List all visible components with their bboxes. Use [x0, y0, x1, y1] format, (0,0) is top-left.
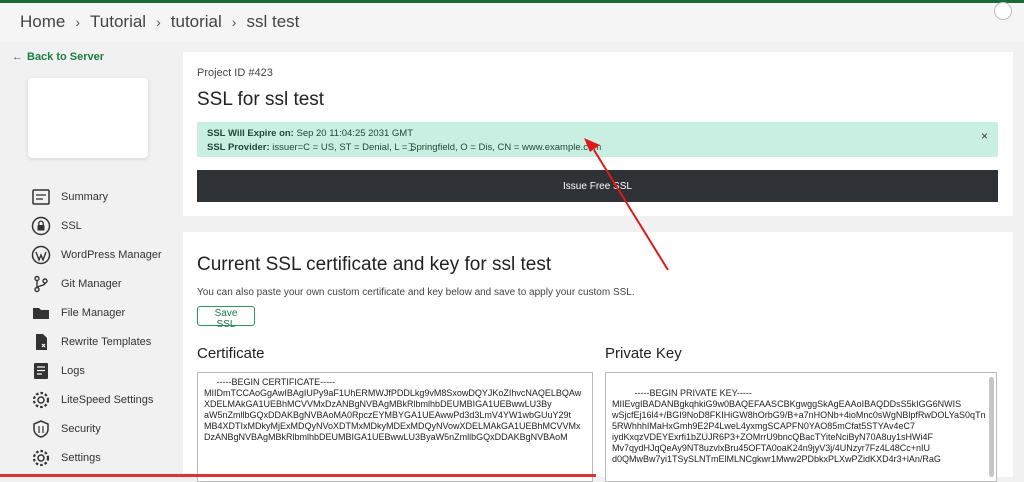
private-key-label: Private Key: [605, 345, 682, 362]
file-icon: [30, 331, 52, 353]
chevron-right-icon: ›: [231, 14, 237, 30]
ssl-status-card: Project ID #423 SSL for ssl test SSL Wil…: [183, 52, 1013, 216]
sidebar-item-label: Summary: [61, 190, 109, 203]
lock-icon: [30, 215, 52, 237]
sidebar-item-ssl[interactable]: SSL: [30, 211, 162, 240]
sidebar-item-label: WordPress Manager: [61, 248, 162, 261]
private-key-textarea[interactable]: -----BEGIN PRIVATE KEY----- MIIEvgIBADAN…: [605, 372, 997, 482]
ssl-expire-label: SSL Will Expire on:: [207, 128, 294, 139]
sidebar-item-summary[interactable]: Summary: [30, 182, 162, 211]
breadcrumb-tutorial[interactable]: Tutorial: [90, 12, 146, 32]
sidebar-item-label: File Manager: [61, 306, 126, 319]
back-to-server-label: Back to Server: [27, 51, 105, 63]
sidebar-item-git-manager[interactable]: Git Manager: [30, 269, 162, 298]
folder-icon: [30, 302, 52, 324]
back-to-server-link[interactable]: ← Back to Server: [12, 51, 104, 63]
ssl-provider-label: SSL Provider:: [207, 142, 270, 153]
user-menu-icon[interactable]: [994, 2, 1012, 20]
gear-icon: [30, 389, 52, 411]
scrollbar-thumb[interactable]: [989, 377, 994, 477]
chevron-right-icon: ›: [156, 14, 161, 30]
sidebar-item-settings[interactable]: Settings: [30, 443, 162, 472]
certificate-textarea[interactable]: -----BEGIN CERTIFICATE----- MIIDmTCCAoGg…: [197, 372, 593, 482]
sidebar-item-label: SSL: [61, 219, 82, 232]
certificate-card: Current SSL certificate and key for ssl …: [183, 232, 1013, 482]
private-key-text: -----BEGIN PRIVATE KEY----- MIIEvgIBADAN…: [612, 388, 986, 464]
chevron-right-icon: ›: [75, 14, 81, 30]
breadcrumb-current: ssl test: [246, 12, 300, 31]
sidebar-nav: Summary SSL WordPress Manager Git Manage…: [30, 182, 162, 472]
save-ssl-button[interactable]: Save SSL: [197, 306, 255, 330]
breadcrumb: Home › Tutorial › tutorial › ssl test: [0, 3, 1024, 41]
sidebar-item-label: Logs: [61, 364, 85, 377]
logs-icon: [30, 360, 52, 382]
close-icon[interactable]: ×: [981, 129, 988, 143]
page-title: SSL for ssl test: [197, 89, 325, 110]
sidebar-item-wordpress-manager[interactable]: WordPress Manager: [30, 240, 162, 269]
ssl-expire-line: SSL Will Expire on: Sep 20 11:04:25 2031…: [207, 127, 988, 141]
certificate-section-title: Current SSL certificate and key for ssl …: [197, 254, 552, 275]
breadcrumb-project[interactable]: tutorial: [171, 12, 222, 32]
certificate-label: Certificate: [197, 345, 265, 362]
wordpress-icon: [30, 244, 52, 266]
sidebar: ← Back to Server Summary SSL WordPress M…: [0, 42, 170, 477]
sidebar-item-file-manager[interactable]: File Manager: [30, 298, 162, 327]
sidebar-item-label: LiteSpeed Settings: [61, 393, 154, 406]
sidebar-item-logs[interactable]: Logs: [30, 356, 162, 385]
project-id: Project ID #423: [197, 67, 273, 79]
issue-free-ssl-button[interactable]: Issue Free SSL: [197, 170, 998, 202]
sidebar-item-litespeed-settings[interactable]: LiteSpeed Settings: [30, 385, 162, 414]
sidebar-item-label: Git Manager: [61, 277, 122, 290]
ssl-info-alert: SSL Will Expire on: Sep 20 11:04:25 2031…: [197, 122, 998, 157]
git-icon: [30, 273, 52, 295]
text-cursor-icon: ⌶: [408, 142, 415, 154]
ssl-provider-line: SSL Provider: issuer=C = US, ST = Denial…: [207, 141, 988, 155]
server-logo: [28, 78, 148, 158]
sidebar-item-rewrite-templates[interactable]: Rewrite Templates: [30, 327, 162, 356]
shield-icon: [30, 418, 52, 440]
sidebar-item-label: Settings: [61, 451, 101, 464]
ssl-provider-value: issuer=C = US, ST = Denial, L = Springfi…: [269, 142, 602, 153]
breadcrumb-home[interactable]: Home: [20, 12, 65, 32]
sidebar-item-security[interactable]: Security: [30, 414, 162, 443]
ssl-expire-value: Sep 20 11:04:25 2031 GMT: [293, 128, 414, 139]
certificate-section-description: You can also paste your own custom certi…: [197, 287, 635, 298]
summary-icon: [30, 186, 52, 208]
sidebar-item-label: Security: [61, 422, 101, 435]
gear-icon: [30, 447, 52, 469]
arrow-left-icon: ←: [12, 51, 23, 63]
sidebar-item-label: Rewrite Templates: [61, 335, 152, 348]
